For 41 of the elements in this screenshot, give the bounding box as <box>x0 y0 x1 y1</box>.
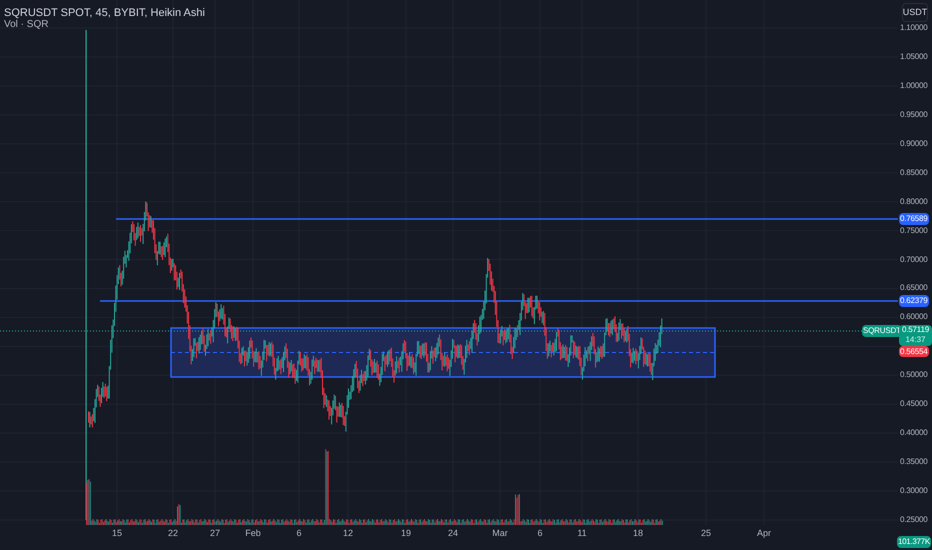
price-axis-label: 0.70000 <box>900 254 928 265</box>
price-axis-label: 1.00000 <box>900 80 928 91</box>
price-axis-label: 0.75000 <box>900 226 928 236</box>
chart-title: SQRUSDT SPOT, 45, BYBIT, Heikin Ashi <box>4 6 205 20</box>
time-axis-label: 6 <box>296 528 302 539</box>
volume-tag: 101.377K <box>897 536 931 548</box>
last-price: 0.57119 <box>902 325 929 335</box>
time-axis-label: 25 <box>701 528 711 539</box>
time-axis-label: 27 <box>210 528 220 539</box>
price-axis-label: 0.30000 <box>900 486 928 496</box>
time-axis-label: 24 <box>448 528 458 539</box>
price-axis-label: 0.50000 <box>900 370 928 380</box>
symbol-tag: SQRUSDT <box>862 325 902 337</box>
time-axis-label: 12 <box>343 528 353 539</box>
price-axis-label: 0.45000 <box>900 399 928 410</box>
price-tag: 0.56554 <box>899 346 929 357</box>
time-axis-label: Feb <box>245 528 261 539</box>
price-axis-label: 0.35000 <box>900 457 928 468</box>
price-axis-label: 0.65000 <box>900 283 928 294</box>
time-axis-label: 19 <box>401 528 411 539</box>
price-level-tag: 0.76589 <box>899 213 929 225</box>
time-axis-label: 6 <box>538 528 542 539</box>
time-axis-label: 15 <box>112 528 122 539</box>
price-axis-label: 1.05000 <box>900 52 928 62</box>
time-axis-label: Mar <box>492 528 508 539</box>
price-axis-label: 1.10000 <box>900 23 928 33</box>
time-axis-label: 11 <box>577 528 587 539</box>
price-level-tag: 0.62379 <box>899 295 929 307</box>
price-axis-label: 0.85000 <box>900 168 928 178</box>
indicator-label: Vol · SQR <box>4 18 48 32</box>
time-axis-label: Apr <box>757 528 771 539</box>
price-axis-label: 0.40000 <box>900 428 928 438</box>
currency-button[interactable]: USDT <box>902 3 928 22</box>
price-axis-label: 0.25000 <box>900 514 928 525</box>
countdown-timer: 14:37 <box>905 335 926 345</box>
price-axis-label: 0.90000 <box>900 138 928 149</box>
price-axis-label: 0.80000 <box>900 196 928 207</box>
time-axis-label: 18 <box>633 528 643 539</box>
price-axis-label: 0.60000 <box>900 312 928 322</box>
price-axis-label: 0.95000 <box>900 110 928 120</box>
time-axis-label: 22 <box>168 528 178 539</box>
